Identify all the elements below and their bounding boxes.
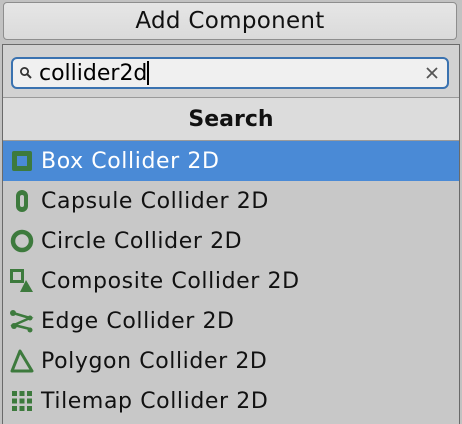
list-item-polygon-collider-2d[interactable]: Polygon Collider 2D (3, 341, 459, 381)
toolbar: Add Component (0, 0, 462, 44)
list-item-label: Circle Collider 2D (41, 228, 243, 254)
list-item-label: Polygon Collider 2D (41, 348, 268, 374)
list-item-tilemap-collider-2d[interactable]: Tilemap Collider 2D (3, 381, 459, 421)
search-input[interactable] (39, 59, 147, 87)
list-item-label: Box Collider 2D (41, 148, 220, 174)
search-icon (13, 59, 39, 87)
edge-collider-icon (8, 301, 36, 341)
list-item-label: Tilemap Collider 2D (41, 388, 269, 414)
list-item-label: Composite Collider 2D (41, 268, 300, 294)
box-collider-icon (8, 141, 36, 181)
list-item-circle-collider-2d[interactable]: Circle Collider 2D (3, 221, 459, 261)
add-component-button[interactable]: Add Component (3, 2, 457, 40)
list-item-edge-collider-2d[interactable]: Edge Collider 2D (3, 301, 459, 341)
capsule-collider-icon (8, 181, 36, 221)
composite-collider-icon (8, 261, 36, 301)
add-component-popup: Search Box Collider 2D Capsule Collider … (2, 44, 460, 424)
text-caret (147, 61, 149, 85)
results-list: Box Collider 2D Capsule Collider 2D Circ… (3, 141, 459, 421)
tilemap-collider-icon (8, 381, 36, 421)
list-item-box-collider-2d[interactable]: Box Collider 2D (3, 141, 459, 181)
list-item-composite-collider-2d[interactable]: Composite Collider 2D (3, 261, 459, 301)
polygon-collider-icon (8, 341, 36, 381)
list-item-label: Capsule Collider 2D (41, 188, 269, 214)
list-item-capsule-collider-2d[interactable]: Capsule Collider 2D (3, 181, 459, 221)
search-area (3, 45, 459, 97)
list-item-label: Edge Collider 2D (41, 308, 235, 334)
circle-collider-icon (8, 221, 36, 261)
close-icon[interactable] (417, 59, 447, 87)
search-field[interactable] (11, 57, 449, 89)
search-results-header: Search (3, 97, 459, 141)
